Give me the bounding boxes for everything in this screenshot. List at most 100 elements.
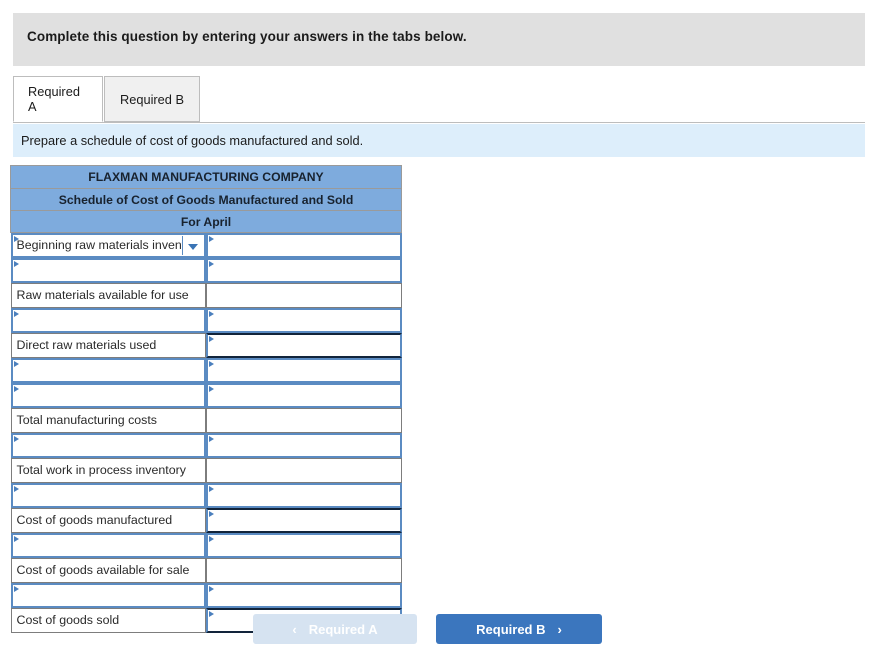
cell-corner-marker-icon <box>13 386 19 392</box>
cell-corner-marker-icon <box>209 311 214 317</box>
table-title-company: FLAXMAN MANUFACTURING COMPANY <box>10 165 402 189</box>
amount-input[interactable] <box>206 308 402 333</box>
cell-corner-marker-icon <box>209 336 214 342</box>
cell-corner-marker-icon <box>209 611 214 617</box>
amount-input[interactable] <box>206 258 402 283</box>
account-label-cell: Raw materials available for use <box>10 283 206 308</box>
cell-corner-marker-icon <box>209 261 214 267</box>
amount-input[interactable] <box>206 358 402 383</box>
next-button-label: Required B <box>476 621 546 637</box>
prev-button-label: Required A <box>308 621 378 637</box>
amount-cell <box>206 358 402 383</box>
tab-strip-underline <box>13 122 865 123</box>
table-row <box>10 533 402 558</box>
amount-cell <box>206 258 402 283</box>
cell-corner-marker-icon <box>13 311 19 317</box>
tab-required-b-label: Required B <box>119 91 185 107</box>
instruction-banner: Complete this question by entering your … <box>13 13 865 66</box>
account-input[interactable] <box>10 383 206 408</box>
account-label-text: Cost of goods manufactured <box>16 513 173 527</box>
amount-cell <box>206 233 402 258</box>
table-title-row-schedule: Schedule of Cost of Goods Manufactured a… <box>10 188 402 211</box>
amount-input[interactable] <box>206 233 402 258</box>
table-row: Raw materials available for use <box>10 283 402 308</box>
table-row <box>10 258 402 283</box>
account-input[interactable] <box>10 533 206 558</box>
account-input[interactable] <box>10 583 206 608</box>
account-select[interactable]: Beginning raw materials inventory <box>10 233 206 258</box>
table-row: Cost of goods manufactured <box>10 508 402 533</box>
next-required-b-button[interactable]: Required B › <box>436 614 602 644</box>
account-label-cell: Cost of goods manufactured <box>10 508 206 533</box>
account-label-cell <box>10 358 206 383</box>
account-label-cell: Beginning raw materials inventory <box>10 233 206 258</box>
account-label-text: Beginning raw materials inventory <box>16 238 203 252</box>
amount-cell <box>206 508 402 533</box>
account-input[interactable] <box>10 308 206 333</box>
instruction-banner-text: Complete this question by entering your … <box>27 29 467 44</box>
amount-input[interactable] <box>206 583 402 608</box>
cell-corner-marker-icon <box>209 361 214 367</box>
table-row <box>10 433 402 458</box>
amount-input[interactable] <box>206 383 402 408</box>
amount-cell <box>206 558 402 583</box>
account-input[interactable] <box>10 433 206 458</box>
chevron-right-icon: › <box>557 621 562 637</box>
table-row: Beginning raw materials inventory <box>10 233 402 258</box>
account-input[interactable] <box>10 258 206 283</box>
cell-corner-marker-icon <box>209 586 214 592</box>
amount-cell <box>206 483 402 508</box>
amount-input[interactable] <box>206 433 402 458</box>
cost-of-goods-schedule-table: FLAXMAN MANUFACTURING COMPANY Schedule o… <box>10 165 402 633</box>
table-title-row-company: FLAXMAN MANUFACTURING COMPANY <box>10 165 402 189</box>
account-label-cell <box>10 258 206 283</box>
tab-required-a-label: Required A <box>28 84 80 114</box>
table-row <box>10 483 402 508</box>
amount-input[interactable] <box>206 333 402 358</box>
account-label-cell <box>10 583 206 608</box>
cell-corner-marker-icon <box>209 536 214 542</box>
prev-required-a-button[interactable]: ‹ Required A <box>253 614 417 644</box>
cell-corner-marker-icon <box>209 236 214 242</box>
cell-corner-marker-icon <box>13 361 19 367</box>
cell-corner-marker-icon <box>13 586 19 592</box>
cell-corner-marker-icon <box>13 486 19 492</box>
amount-input[interactable] <box>206 508 402 533</box>
account-input[interactable] <box>10 483 206 508</box>
amount-cell <box>206 458 402 483</box>
tab-required-a[interactable]: Required A <box>13 76 103 122</box>
tab-required-b[interactable]: Required B <box>104 76 200 122</box>
amount-static <box>206 458 402 483</box>
worksheet-page: Complete this question by entering your … <box>0 0 878 667</box>
amount-cell <box>206 333 402 358</box>
table-row <box>10 583 402 608</box>
table-row: Cost of goods available for sale <box>10 558 402 583</box>
cell-corner-marker-icon <box>209 386 214 392</box>
account-label-text: Total work in process inventory <box>16 463 186 477</box>
account-static-label: Direct raw materials used <box>10 333 206 358</box>
amount-static <box>206 283 402 308</box>
amount-cell <box>206 408 402 433</box>
amount-input[interactable] <box>206 483 402 508</box>
account-label-cell: Total work in process inventory <box>10 458 206 483</box>
amount-input[interactable] <box>206 533 402 558</box>
amount-cell <box>206 533 402 558</box>
chevron-down-icon[interactable] <box>182 236 203 255</box>
cell-corner-marker-icon <box>13 536 19 542</box>
amount-cell <box>206 383 402 408</box>
account-label-cell: Cost of goods sold <box>10 608 206 633</box>
account-label-cell: Total manufacturing costs <box>10 408 206 433</box>
account-label-cell: Cost of goods available for sale <box>10 558 206 583</box>
account-label-cell <box>10 308 206 333</box>
amount-cell <box>206 433 402 458</box>
account-static-label: Cost of goods manufactured <box>10 508 206 533</box>
amount-cell <box>206 308 402 333</box>
account-static-label: Total work in process inventory <box>10 458 206 483</box>
account-input[interactable] <box>10 358 206 383</box>
table-row <box>10 383 402 408</box>
cell-corner-marker-icon <box>13 436 19 442</box>
requirement-bar: Prepare a schedule of cost of goods manu… <box>13 124 865 157</box>
amount-cell <box>206 583 402 608</box>
amount-cell <box>206 283 402 308</box>
account-label-cell <box>10 383 206 408</box>
